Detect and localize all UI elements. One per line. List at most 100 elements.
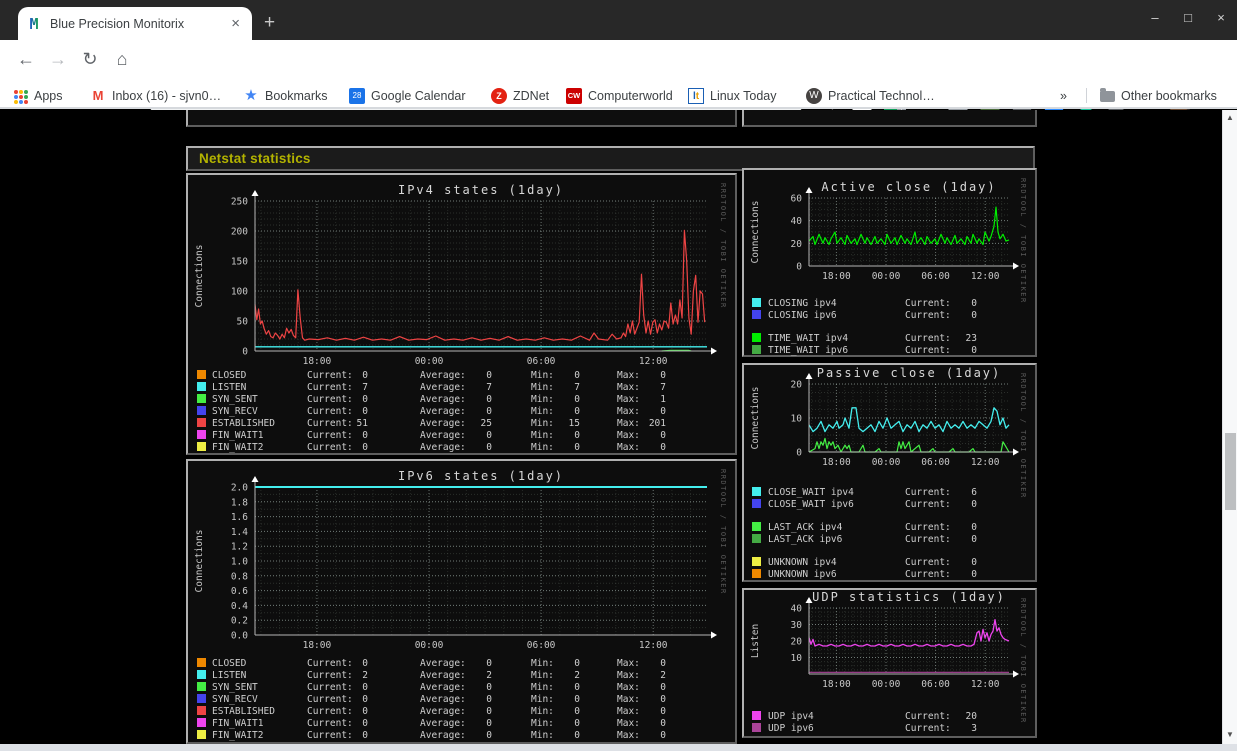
home-icon[interactable]: ⌂ xyxy=(110,49,134,70)
svg-text:M: M xyxy=(29,16,38,32)
svg-text:06:00: 06:00 xyxy=(527,640,556,651)
window-minimize-icon[interactable]: – xyxy=(1147,10,1163,25)
legend-row: FIN_WAIT2 Current: 0 Average: 0 Min: 0 Max: 0 xyxy=(188,442,735,453)
svg-text:RRDTOOL / TOBI OETIKER: RRDTOOL / TOBI OETIKER xyxy=(719,469,727,595)
legend-row: LAST_ACK ipv6 Current: 0 xyxy=(744,534,1035,545)
svg-text:0: 0 xyxy=(796,262,802,273)
svg-text:00:00: 00:00 xyxy=(872,679,901,690)
window-close-icon[interactable]: × xyxy=(1213,10,1229,25)
chart-active-close[interactable]: 0 20 40 60 18:00 00:00 06:00 12:00 Active close … xyxy=(742,168,1037,357)
scrollbar-thumb[interactable] xyxy=(1225,433,1236,510)
legend-row: SYN_SENT Current: 0 Average: 0 Min: 0 Max: 0 xyxy=(188,682,735,693)
svg-text:00:00: 00:00 xyxy=(415,640,444,651)
svg-text:06:00: 06:00 xyxy=(921,457,950,468)
zdnet-icon: Z xyxy=(491,87,507,104)
scroll-up-icon[interactable]: ▲ xyxy=(1223,113,1237,122)
legend-row: UDP ipv6 Current: 3 xyxy=(744,723,1035,734)
scroll-down-icon[interactable]: ▼ xyxy=(1223,730,1237,739)
svg-text:20: 20 xyxy=(791,239,803,250)
star-icon: ★ xyxy=(244,86,258,104)
bookmark-gmail[interactable]: M Inbox (16) - sjvn0… xyxy=(90,86,222,105)
legend-swatch xyxy=(752,557,761,566)
chart-ipv4-states[interactable]: 0 50 100 150 200 250 18:00 00:00 06:00 12:00 IPv4 … xyxy=(186,173,737,455)
legend-row: UDP ipv4 Current: 20 xyxy=(744,711,1035,722)
svg-text:06:00: 06:00 xyxy=(921,271,950,282)
apps-label: Apps xyxy=(34,88,63,103)
svg-text:0.6: 0.6 xyxy=(231,586,248,597)
legend-row: UNKNOWN ipv4 Current: 0 xyxy=(744,557,1035,568)
svg-text:UDP statistics (1day): UDP statistics (1day) xyxy=(812,590,1006,604)
legend-row: LISTEN Current: 7 Average: 7 Min: 7 Max: 7 xyxy=(188,382,735,393)
legend-swatch xyxy=(197,418,206,427)
legend-row: LAST_ACK ipv4 Current: 0 xyxy=(744,522,1035,533)
cw-icon: CW xyxy=(566,87,582,104)
legend-swatch xyxy=(752,345,761,354)
bookmark-wordpress[interactable]: W Practical Technol… xyxy=(806,86,935,105)
legend-swatch xyxy=(197,694,206,703)
gmail-icon: M xyxy=(92,87,104,103)
chart-udp-statistics[interactable]: 10 20 30 40 18:00 00:00 06:00 12:00 UDP statisti… xyxy=(742,588,1037,738)
bookmark-label: Practical Technol… xyxy=(828,88,935,103)
svg-text:00:00: 00:00 xyxy=(872,457,901,468)
bookmark-label: ZDNet xyxy=(513,88,550,103)
tab-title: Blue Precision Monitorix xyxy=(50,16,185,31)
tab-close-icon[interactable]: × xyxy=(227,15,244,32)
svg-text:12:00: 12:00 xyxy=(971,271,1000,282)
svg-text:12:00: 12:00 xyxy=(971,679,1000,690)
legend-swatch xyxy=(752,711,761,720)
legend-swatch xyxy=(197,370,206,379)
svg-text:150: 150 xyxy=(231,257,248,268)
chart-ipv6-states[interactable]: 0.0 0.2 0.4 0.6 0.8 1.0 1.2 1.4 1.6 1.8 2.0 18:00 00… xyxy=(186,459,737,744)
browser-navbar: ← → ↻ ⌂ ⓘ localhost:8080/monitorix-cgi/m… xyxy=(0,40,1237,115)
other-bookmarks-folder[interactable]: Other bookmarks xyxy=(1100,86,1217,105)
bookmark-label: Bookmarks xyxy=(265,88,328,103)
svg-text:06:00: 06:00 xyxy=(527,356,556,367)
legend-row: CLOSE_WAIT ipv4 Current: 6 xyxy=(744,487,1035,498)
legend-row: CLOSE_WAIT ipv6 Current: 0 xyxy=(744,499,1035,510)
previous-graph-remnant-right xyxy=(742,110,1037,127)
back-icon[interactable]: ← xyxy=(14,49,38,70)
vertical-scrollbar[interactable]: ▲ ▼ xyxy=(1222,110,1237,744)
window-maximize-icon[interactable]: □ xyxy=(1180,10,1196,25)
bookmark-zdnet[interactable]: Z ZDNet xyxy=(491,86,549,105)
browser-tab[interactable]: M Blue Precision Monitorix × xyxy=(18,7,252,40)
bookmark-star[interactable]: ★ Bookmarks xyxy=(243,86,328,105)
apps-shortcut[interactable]: Apps xyxy=(14,86,63,105)
browser-window: M Blue Precision Monitorix × + – □ × ← →… xyxy=(0,0,1237,751)
svg-text:1.0: 1.0 xyxy=(231,557,248,568)
svg-text:Connections: Connections xyxy=(750,387,761,450)
svg-text:40: 40 xyxy=(791,604,803,615)
chart-passive-close[interactable]: 0 10 20 18:00 00:00 06:00 12:00 Passive close (… xyxy=(742,363,1037,582)
svg-text:1.4: 1.4 xyxy=(231,527,248,538)
legend-swatch xyxy=(752,333,761,342)
svg-text:IPv4 states (1day): IPv4 states (1day) xyxy=(398,183,564,197)
bookmark-cw[interactable]: CW Computerworld xyxy=(566,86,673,105)
reload-icon[interactable]: ↻ xyxy=(78,49,102,70)
window-bottom-edge xyxy=(0,744,1237,751)
svg-text:20: 20 xyxy=(791,380,803,391)
bookmark-label: Inbox (16) - sjvn0… xyxy=(112,88,222,103)
svg-text:50: 50 xyxy=(237,317,249,328)
bookmark-calendar[interactable]: 28 Google Calendar xyxy=(349,86,466,105)
legend-row: FIN_WAIT2 Current: 0 Average: 0 Min: 0 Max: 0 xyxy=(188,730,735,741)
legend-swatch xyxy=(752,522,761,531)
svg-text:RRDTOOL / TOBI OETIKER: RRDTOOL / TOBI OETIKER xyxy=(1019,373,1027,499)
svg-text:20: 20 xyxy=(791,637,803,648)
new-tab-button[interactable]: + xyxy=(264,12,275,34)
svg-text:18:00: 18:00 xyxy=(303,640,332,651)
svg-text:250: 250 xyxy=(231,197,248,208)
legend-swatch xyxy=(197,730,206,739)
legend-swatch xyxy=(752,499,761,508)
legend-swatch xyxy=(197,658,206,667)
svg-text:12:00: 12:00 xyxy=(639,356,668,367)
legend-swatch xyxy=(752,298,761,307)
svg-text:06:00: 06:00 xyxy=(921,679,950,690)
browser-titlebar: M Blue Precision Monitorix × + – □ × xyxy=(0,0,1237,40)
folder-icon xyxy=(1100,88,1115,102)
bookmarks-overflow-chevron[interactable]: » xyxy=(1060,86,1067,105)
bookmark-linuxtoday[interactable]: lt Linux Today xyxy=(688,86,777,105)
bookmarks-separator xyxy=(1086,88,1087,103)
svg-text:18:00: 18:00 xyxy=(303,356,332,367)
monitorix-favicon-icon: M xyxy=(26,16,42,32)
wordpress-icon: W xyxy=(806,87,822,104)
